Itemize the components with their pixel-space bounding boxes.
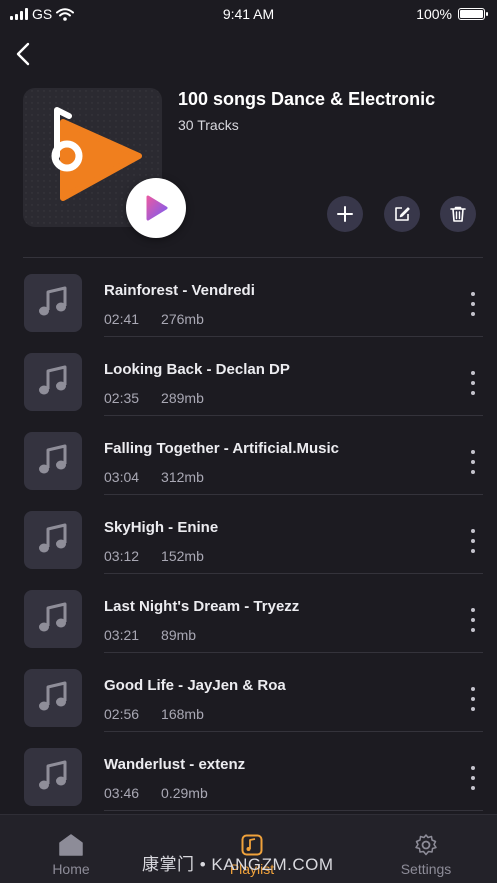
track-duration: 03:21 — [104, 627, 140, 643]
gear-icon — [415, 834, 437, 856]
play-icon — [146, 195, 168, 221]
track-list[interactable]: Rainforest - Vendredi 02:41 276mb Lookin… — [0, 258, 497, 814]
track-row[interactable]: Rainforest - Vendredi 02:41 276mb — [0, 258, 497, 337]
playlist-title: 100 songs Dance & Electronic — [178, 89, 436, 109]
track-duration: 03:12 — [104, 548, 140, 564]
edit-icon — [395, 207, 410, 221]
tab-home-label: Home — [52, 861, 90, 877]
chevron-left-icon — [16, 42, 30, 66]
music-note-icon — [39, 681, 67, 711]
more-vertical-icon[interactable] — [469, 766, 477, 790]
track-row[interactable]: Wanderlust - extenz 03:46 0.29mb — [0, 732, 497, 811]
track-thumbnail — [24, 353, 82, 411]
music-note-icon — [39, 444, 67, 474]
track-duration: 02:41 — [104, 311, 140, 327]
track-title: Wanderlust - extenz — [104, 756, 246, 773]
status-bar: GS 9:41 AM 100% — [0, 0, 497, 28]
track-size: 89mb — [161, 627, 197, 643]
track-title: Looking Back - Declan DP — [104, 361, 290, 378]
track-thumbnail — [24, 748, 82, 806]
play-button[interactable] — [126, 178, 186, 238]
track-title: Good Life - JayJen & Roa — [104, 677, 286, 694]
track-row[interactable]: Good Life - JayJen & Roa 02:56 168mb — [0, 653, 497, 732]
more-vertical-icon[interactable] — [469, 292, 477, 316]
track-duration: 02:35 — [104, 390, 140, 406]
status-right: 100% — [416, 6, 488, 22]
track-duration: 03:46 — [104, 785, 140, 801]
track-size: 312mb — [161, 469, 204, 485]
track-meta: 03:04 312mb — [104, 469, 204, 485]
track-duration: 02:56 — [104, 706, 140, 722]
track-size: 276mb — [161, 311, 204, 327]
battery-icon — [458, 8, 488, 20]
music-note-icon — [39, 523, 67, 553]
track-row[interactable]: Falling Together - Artificial.Music 03:0… — [0, 416, 497, 495]
track-size: 152mb — [161, 548, 204, 564]
track-title: Rainforest - Vendredi — [104, 282, 255, 299]
track-meta: 02:35 289mb — [104, 390, 204, 406]
track-thumbnail — [24, 432, 82, 490]
tab-home[interactable]: Home — [11, 815, 131, 883]
track-divider — [104, 810, 483, 811]
tab-settings-label: Settings — [400, 861, 452, 877]
track-thumbnail — [24, 669, 82, 727]
music-note-icon — [39, 602, 67, 632]
music-note-icon — [39, 365, 67, 395]
track-size: 289mb — [161, 390, 204, 406]
music-note-icon — [39, 286, 67, 316]
track-row[interactable]: Last Night's Dream - Tryezz 03:21 89mb — [0, 574, 497, 653]
track-title: Last Night's Dream - Tryezz — [104, 598, 300, 615]
music-note-icon — [39, 760, 67, 790]
track-thumbnail — [24, 274, 82, 332]
track-size: 0.29mb — [161, 785, 208, 801]
track-meta: 02:41 276mb — [104, 311, 204, 327]
track-row[interactable]: SkyHigh - Enine 03:12 152mb — [0, 495, 497, 574]
delete-button[interactable] — [440, 196, 476, 232]
track-thumbnail — [24, 590, 82, 648]
more-vertical-icon[interactable] — [469, 371, 477, 395]
edit-button[interactable] — [384, 196, 420, 232]
track-duration: 03:04 — [104, 469, 140, 485]
track-row[interactable]: Looking Back - Declan DP 02:35 289mb — [0, 337, 497, 416]
tab-settings[interactable]: Settings — [366, 815, 486, 883]
track-meta: 02:56 168mb — [104, 706, 204, 722]
watermark-text: 康掌门 • KANGZM.COM — [142, 855, 334, 874]
plus-icon — [337, 206, 353, 222]
more-vertical-icon[interactable] — [469, 687, 477, 711]
track-title: SkyHigh - Enine — [104, 519, 219, 536]
home-icon — [59, 834, 83, 856]
track-meta: 03:12 152mb — [104, 548, 204, 564]
more-vertical-icon[interactable] — [469, 450, 477, 474]
track-title: Falling Together - Artificial.Music — [104, 440, 340, 457]
track-meta: 03:46 0.29mb — [104, 785, 208, 801]
more-vertical-icon[interactable] — [469, 608, 477, 632]
back-button[interactable] — [12, 40, 36, 68]
trash-icon — [450, 206, 466, 222]
track-size: 168mb — [161, 706, 204, 722]
battery-percent: 100% — [416, 6, 452, 22]
playlist-track-count: 30 Tracks — [178, 117, 239, 133]
track-meta: 03:21 89mb — [104, 627, 196, 643]
track-thumbnail — [24, 511, 82, 569]
add-button[interactable] — [327, 196, 363, 232]
more-vertical-icon[interactable] — [469, 529, 477, 553]
